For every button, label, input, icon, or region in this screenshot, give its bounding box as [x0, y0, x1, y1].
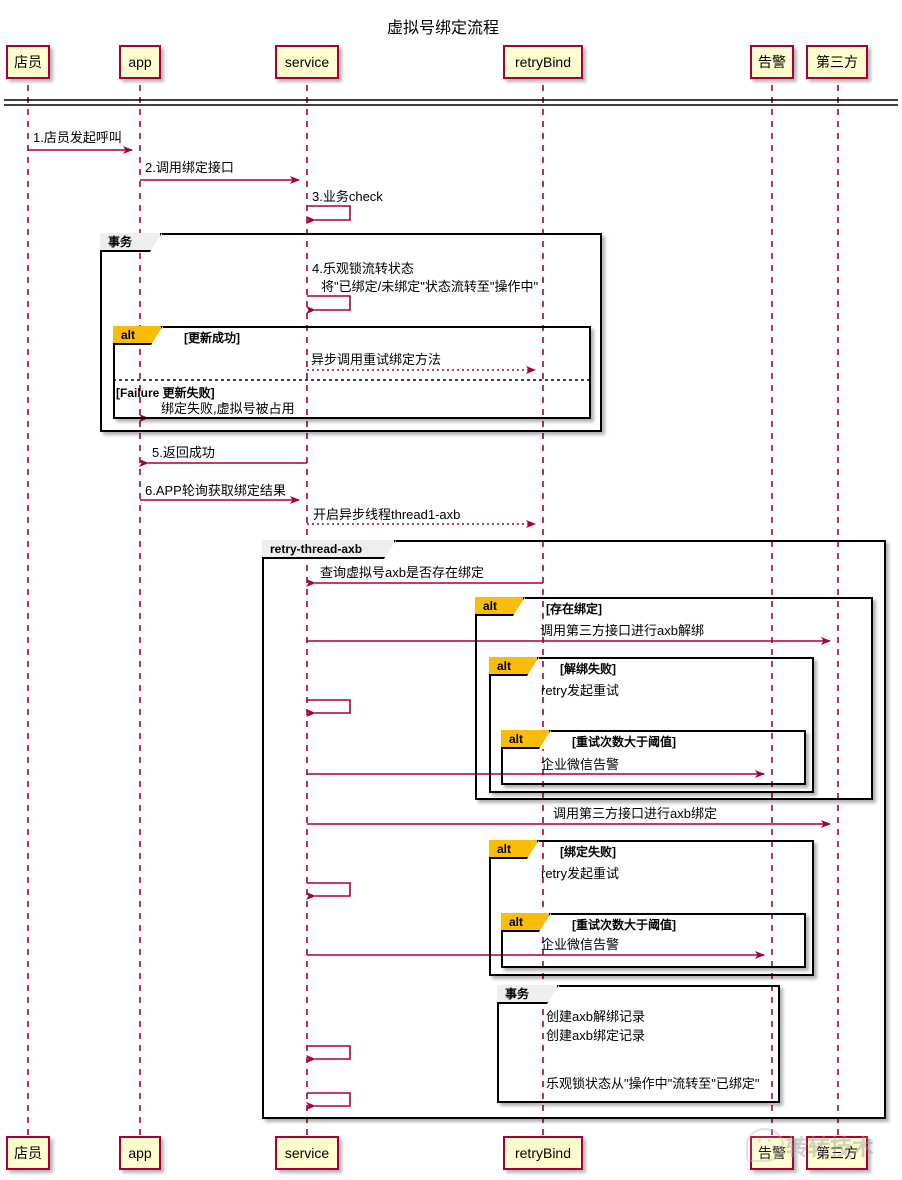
- message-label-15: retry发起重试: [541, 866, 620, 881]
- participant-thirdparty-bottom[interactable]: 第三方: [806, 1136, 868, 1170]
- message-label-14: 调用第三方接口进行axb绑定: [553, 806, 717, 821]
- frame-tab-label: alt: [497, 658, 512, 673]
- message-label-1: 1.店员发起呼叫: [33, 130, 122, 145]
- frame-tab-alt-unbind-failed: alt: [489, 657, 539, 676]
- participant-retrybind-top[interactable]: retryBind: [503, 45, 583, 79]
- message-label-9: 开启异步线程thread1-axb: [313, 507, 461, 522]
- frame-condition-retry-threshold-1: [重试次数大于阈值]: [572, 735, 676, 749]
- participant-service-bottom[interactable]: service: [275, 1136, 339, 1170]
- tab-corner-shape: [513, 597, 525, 616]
- participant-service-top[interactable]: service: [275, 45, 339, 79]
- frame-tab-label: alt: [121, 327, 136, 342]
- frame-condition-retry-threshold-2: [重试次数大于阈值]: [572, 918, 676, 932]
- message-label-4a: 4.乐观锁流转状态: [312, 261, 414, 276]
- frame-tab-alt-update-success: alt: [113, 326, 163, 345]
- participant-clerk-bottom[interactable]: 店员: [6, 1136, 50, 1170]
- frame-tab-alt-binding-exists: alt: [475, 597, 525, 616]
- page-title: 虚拟号绑定流程: [387, 20, 500, 37]
- message-label-10: 查询虚拟号axb是否存在绑定: [320, 565, 484, 580]
- tab-corner-shape: [527, 657, 539, 676]
- participant-app-top[interactable]: app: [119, 45, 161, 79]
- frame-tab-alt-bind-failed: alt: [489, 840, 539, 859]
- message-label-16: 企业微信告警: [541, 937, 620, 952]
- frame-tab-retry-thread-axb: retry-thread-axb: [262, 540, 396, 559]
- frame-tab-label: 事务: [505, 987, 530, 1001]
- frame-tab-label: alt: [509, 731, 524, 746]
- frame-condition-unbind-failed: [解绑失败]: [560, 662, 616, 676]
- tab-corner-shape: [539, 913, 551, 932]
- frame-tab-label: alt: [497, 841, 512, 856]
- frame-tab-alt-retry-threshold-2: alt: [501, 913, 551, 932]
- participant-clerk-top[interactable]: 店员: [6, 45, 50, 79]
- message-label-13: 企业微信告警: [541, 757, 620, 772]
- frame-condition-bind-failed: [绑定失败]: [560, 845, 616, 859]
- message-label-3: 3.业务check: [312, 189, 383, 204]
- message-label-19: 乐观锁状态从"操作中"流转至"已绑定": [546, 1076, 760, 1091]
- frame-tab-transaction-1: 事务: [100, 233, 162, 252]
- message-label-18: 创建axb绑定记录: [546, 1028, 645, 1043]
- message-label-6: 绑定失败,虚拟号被占用: [161, 401, 295, 416]
- tab-corner-shape: [539, 730, 551, 749]
- tab-corner-shape: [527, 840, 539, 859]
- message-label-7: 5.返回成功: [152, 445, 215, 460]
- frame-tab-label: retry-thread-axb: [270, 541, 363, 556]
- message-label-2: 2.调用绑定接口: [145, 160, 234, 175]
- frame-condition-binding-exists: [存在绑定]: [546, 602, 602, 616]
- frame-tab-label: alt: [483, 598, 498, 613]
- participant-alarm-bottom[interactable]: 告警: [750, 1136, 794, 1170]
- message-label-5: 异步调用重试绑定方法: [311, 352, 442, 367]
- participant-alarm-top[interactable]: 告警: [750, 45, 794, 79]
- tab-corner-shape: [547, 985, 559, 1004]
- frame-condition-update-success: [更新成功]: [184, 331, 240, 345]
- frame-tab-label: alt: [509, 914, 524, 929]
- message-label-17: 创建axb解绑记录: [546, 1009, 645, 1024]
- tab-corner-shape: [151, 326, 163, 345]
- participant-retrybind-bottom[interactable]: retryBind: [503, 1136, 583, 1170]
- participant-app-bottom[interactable]: app: [119, 1136, 161, 1170]
- participant-thirdparty-top[interactable]: 第三方: [806, 45, 868, 79]
- frame-tab-label: 事务: [108, 235, 133, 249]
- frame-tab-transaction-2: 事务: [497, 985, 559, 1004]
- frame-condition-update-failure: [Failure 更新失败]: [116, 386, 215, 400]
- frame-tab-alt-retry-threshold-1: alt: [501, 730, 551, 749]
- message-label-8: 6.APP轮询获取绑定结果: [145, 483, 286, 498]
- message-label-11: 调用第三方接口进行axb解绑: [540, 623, 704, 638]
- tab-corner-shape: [384, 540, 396, 559]
- message-label-12: retry发起重试: [541, 683, 620, 698]
- message-label-4b: 将"已绑定/未绑定"状态流转至"操作中": [321, 279, 539, 294]
- tab-corner-shape: [150, 233, 162, 252]
- sequence-diagram-canvas: 虚拟号绑定流程 店员 app service retryBind 告警 第三方 …: [0, 0, 902, 1180]
